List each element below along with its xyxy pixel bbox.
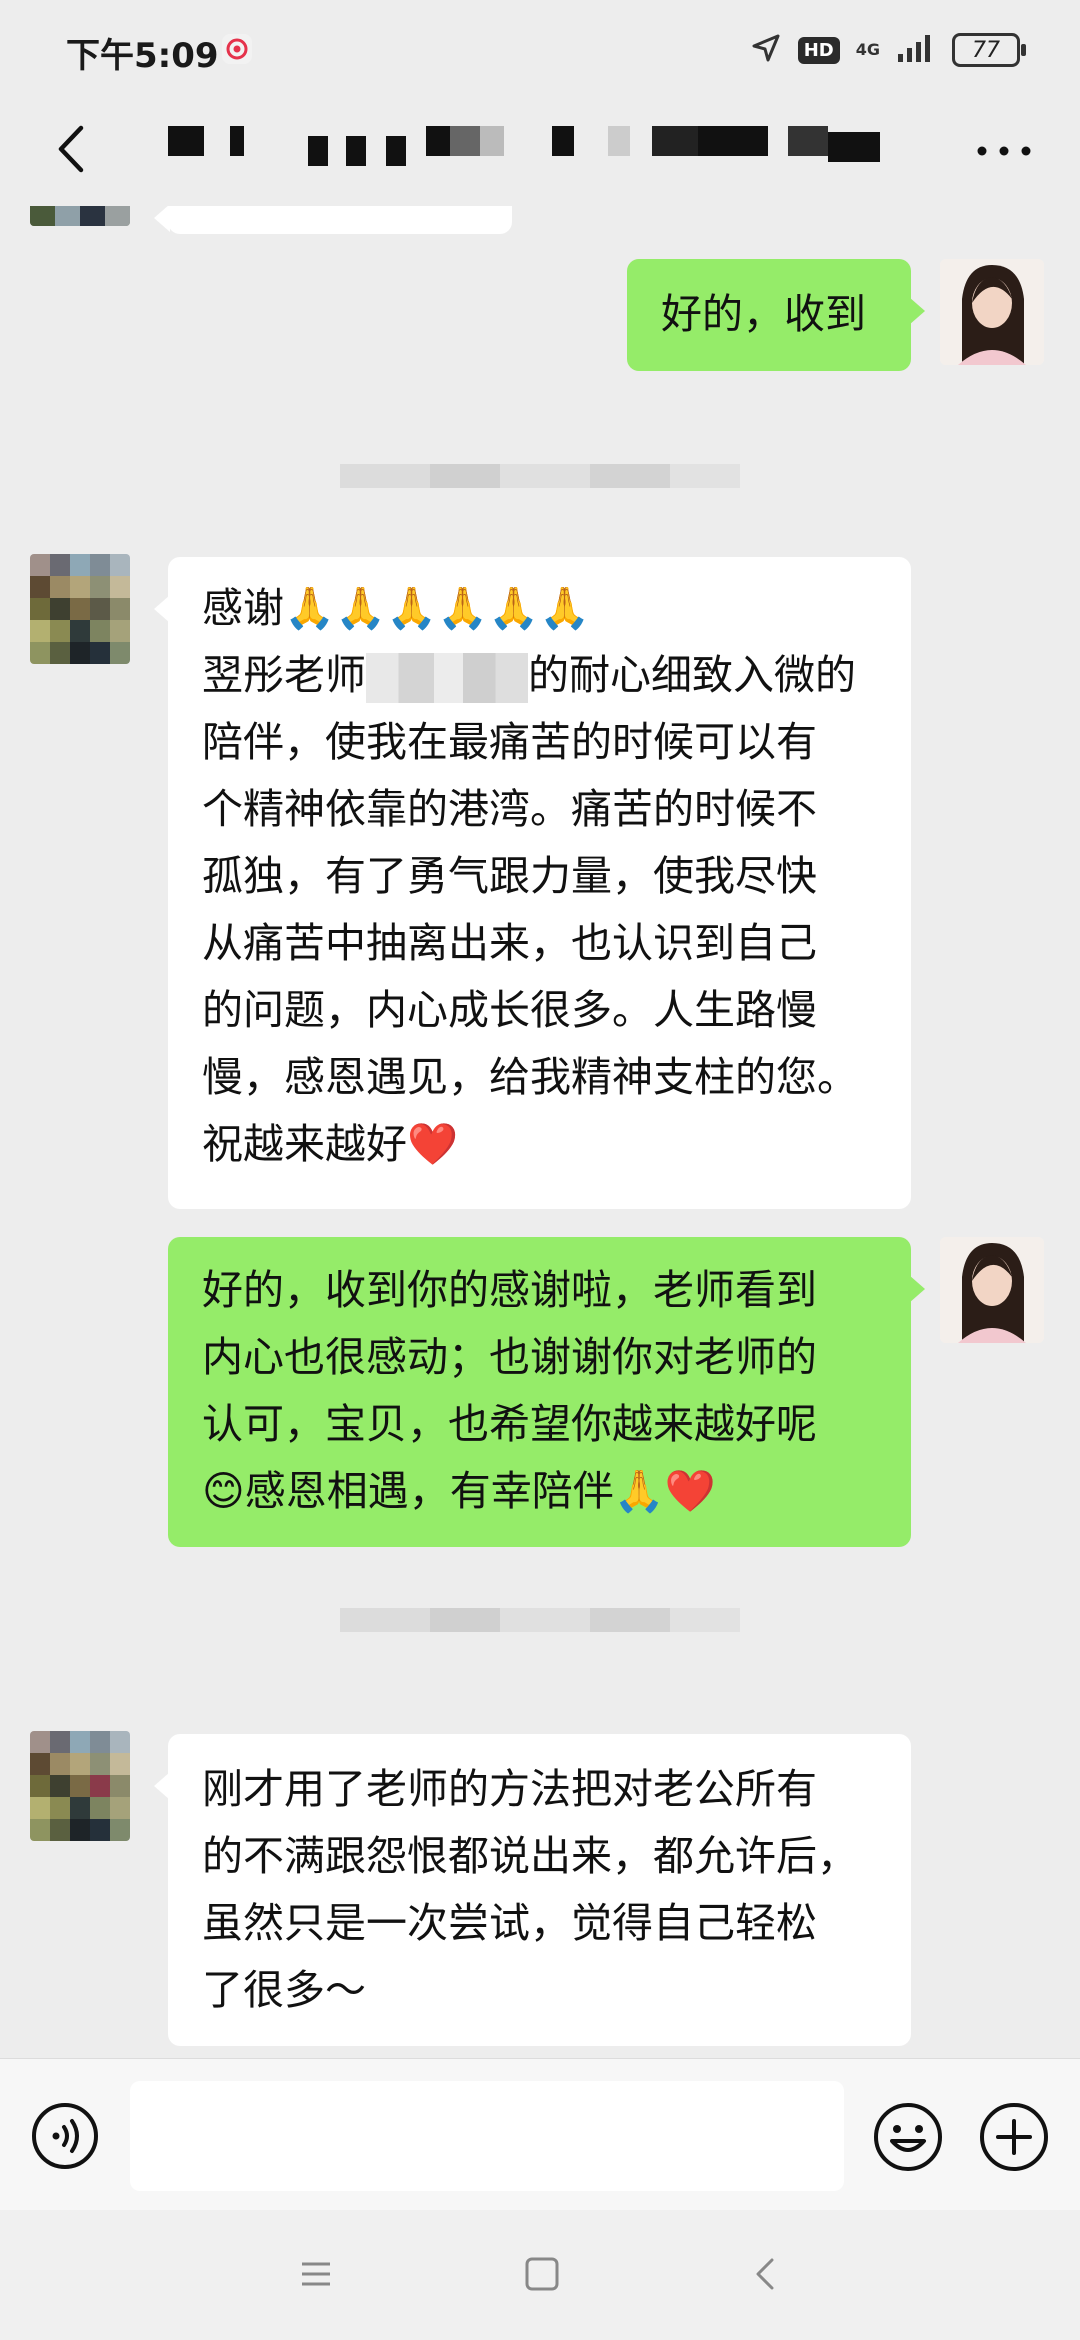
- back-triangle-icon: [744, 2258, 788, 2300]
- back-button[interactable]: [36, 116, 106, 186]
- message-text: 了很多～: [202, 1966, 366, 2014]
- menu-icon: [294, 2262, 338, 2300]
- message-text: 认可，宝贝，也希望你越来越好呢: [202, 1400, 817, 1448]
- message-text: 慢，感恩遇见，给我精神支柱的您。: [202, 1053, 858, 1101]
- emoji-icon: [872, 2103, 944, 2177]
- voice-input-button[interactable]: [30, 2101, 100, 2171]
- message-text: 内心也很感动；也谢谢你对老师的: [202, 1333, 817, 1381]
- status-bar: 下午5:09 HD 4G 77: [0, 0, 1080, 96]
- message-text: 翌彤老师: [202, 651, 366, 699]
- more-functions-button[interactable]: [978, 2101, 1050, 2173]
- message-bubble-partial[interactable]: [154, 206, 512, 234]
- plus-icon: [978, 2103, 1050, 2177]
- signal-icon: [896, 32, 936, 68]
- my-avatar[interactable]: [940, 259, 1044, 365]
- message-bubble-received[interactable]: 感谢🙏🙏🙏🙏🙏🙏 翌彤老师 的耐心细致入微的 陪伴，使我在最痛苦的时候可以有 个精…: [154, 557, 911, 1209]
- contact-avatar[interactable]: [30, 554, 130, 664]
- message-text: 的问题，内心成长很多。人生路慢: [202, 986, 817, 1034]
- emoji-button[interactable]: [872, 2101, 944, 2173]
- location-icon: [750, 32, 782, 68]
- status-time: 下午5:09: [66, 36, 219, 76]
- message-text: 虽然只是一次尝试，觉得自己轻松: [202, 1899, 817, 1947]
- more-dots-icon: [976, 142, 1032, 161]
- message-text: 陪伴，使我在最痛苦的时候可以有: [202, 718, 817, 766]
- message-text: 祝越来越好❤️: [202, 1120, 459, 1168]
- message-text: 孤独，有了勇气跟力量，使我尽快: [202, 852, 817, 900]
- my-avatar[interactable]: [940, 1237, 1044, 1343]
- message-bubble-sent[interactable]: 好的，收到你的感谢啦，老师看到 内心也很感动；也谢谢你对老师的 认可，宝贝，也希…: [168, 1237, 925, 1547]
- chat-area[interactable]: 好的，收到 感谢🙏🙏🙏🙏🙏🙏 翌彤老师 的耐心细致入微的 陪伴，使我在最痛苦的时…: [0, 206, 1080, 2058]
- message-text: 从痛苦中抽离出来，也认识到自己: [202, 919, 817, 967]
- message-bubble-received[interactable]: 刚才用了老师的方法把对老公所有 的不满跟怨恨都说出来，都允许后， 虽然只是一次尝…: [154, 1734, 911, 2046]
- message-text: 个精神依靠的港湾。痛苦的时候不: [202, 785, 817, 833]
- timestamp-redacted: [340, 1600, 740, 1642]
- battery-indicator: 77: [952, 33, 1026, 67]
- contact-avatar[interactable]: [30, 206, 130, 226]
- message-text-line: 翌彤老师 的耐心细致入微的: [202, 642, 877, 709]
- hd-badge: HD: [797, 36, 840, 64]
- redacted-name-block: [366, 653, 528, 703]
- voice-icon: [30, 2103, 100, 2175]
- timestamp-redacted: [340, 456, 740, 498]
- chevron-left-icon: [53, 124, 89, 178]
- home-icon: [520, 2257, 564, 2300]
- message-text: 好的，收到: [661, 290, 866, 338]
- message-text: 好的，收到你的感谢啦，老师看到: [202, 1266, 817, 1314]
- message-bubble-sent[interactable]: 好的，收到: [627, 259, 925, 371]
- more-button[interactable]: [964, 116, 1044, 186]
- message-text: 😊感恩相遇，有幸陪伴🙏❤️: [202, 1467, 716, 1515]
- chat-header: [0, 96, 1080, 206]
- notification-app-icon: [222, 34, 252, 64]
- message-text: 的不满跟怨恨都说出来，都允许后，: [202, 1832, 858, 1880]
- message-text: 感谢🙏🙏🙏🙏🙏🙏: [202, 584, 591, 632]
- message-text: 刚才用了老师的方法把对老公所有: [202, 1765, 817, 1813]
- nav-menu-button[interactable]: [294, 2252, 338, 2296]
- message-input[interactable]: [130, 2081, 844, 2191]
- system-nav-bar: [0, 2210, 1080, 2340]
- input-bar: [0, 2058, 1080, 2211]
- network-type: 4G: [855, 40, 880, 59]
- nav-back-button[interactable]: [744, 2252, 788, 2296]
- message-text: 的耐心细致入微的: [528, 651, 856, 699]
- chat-title-redacted: [168, 126, 898, 168]
- status-indicators: HD 4G 77: [750, 28, 1026, 72]
- nav-home-button[interactable]: [520, 2252, 564, 2296]
- contact-avatar[interactable]: [30, 1731, 130, 1841]
